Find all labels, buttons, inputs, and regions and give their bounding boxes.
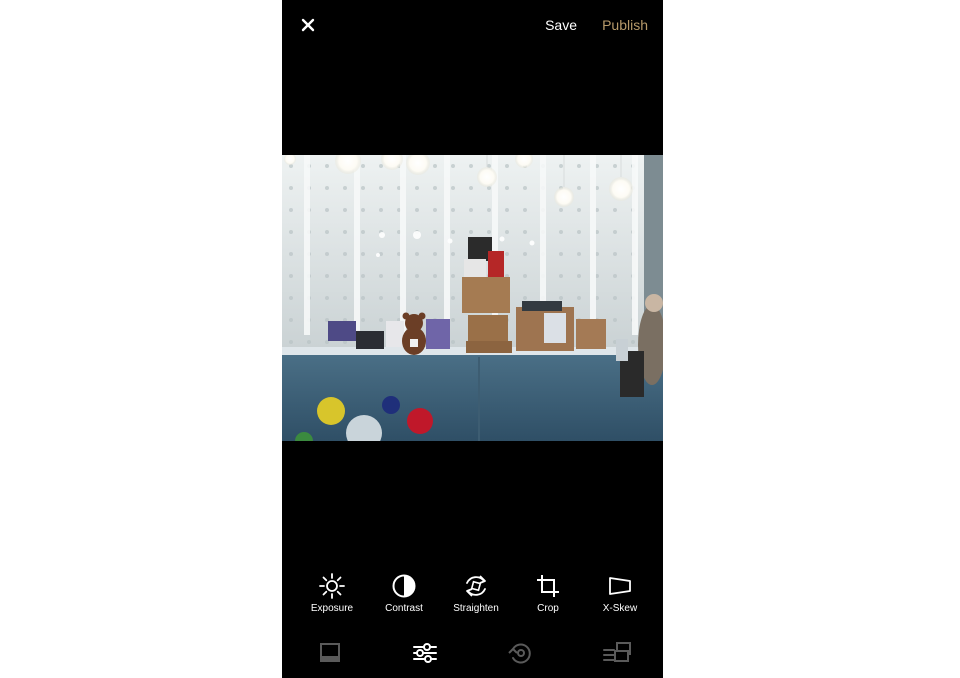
tool-label: Exposure — [310, 603, 354, 614]
adjust-tools: Exposure Contrast Straighten Crop X-Skew — [282, 572, 663, 622]
top-bar: Save Publish — [282, 0, 663, 52]
close-button[interactable] — [298, 15, 318, 35]
photo-preview[interactable] — [282, 155, 663, 441]
publish-button[interactable]: Publish — [602, 17, 648, 33]
sliders-icon — [413, 643, 437, 663]
tool-label: Contrast — [385, 603, 423, 614]
contrast-icon — [392, 574, 416, 598]
editor-screen: Save Publish Exposure Contrast Straighte… — [282, 0, 663, 678]
tool-contrast[interactable]: Contrast — [368, 572, 440, 614]
tool-label: X-Skew — [602, 603, 638, 614]
skew-icon — [609, 577, 631, 595]
bottom-nav — [282, 636, 663, 672]
tool-exposure[interactable]: Exposure — [296, 572, 368, 614]
recipes-icon — [603, 642, 631, 662]
nav-adjust[interactable] — [410, 640, 440, 666]
rotate-icon — [466, 575, 486, 597]
sun-icon — [319, 573, 345, 599]
tool-label: Crop — [537, 603, 559, 614]
tool-crop[interactable]: Crop — [512, 572, 584, 614]
history-icon — [508, 643, 531, 664]
save-button[interactable]: Save — [545, 17, 577, 33]
presets-icon — [320, 643, 340, 662]
close-icon — [301, 18, 315, 32]
tool-label: Straighten — [453, 603, 499, 614]
tool-x-skew[interactable]: X-Skew — [584, 572, 656, 614]
crop-icon — [537, 575, 559, 597]
nav-history[interactable] — [505, 640, 535, 666]
nav-recipes[interactable] — [602, 640, 632, 666]
nav-presets[interactable] — [315, 640, 345, 666]
tool-straighten[interactable]: Straighten — [440, 572, 512, 614]
